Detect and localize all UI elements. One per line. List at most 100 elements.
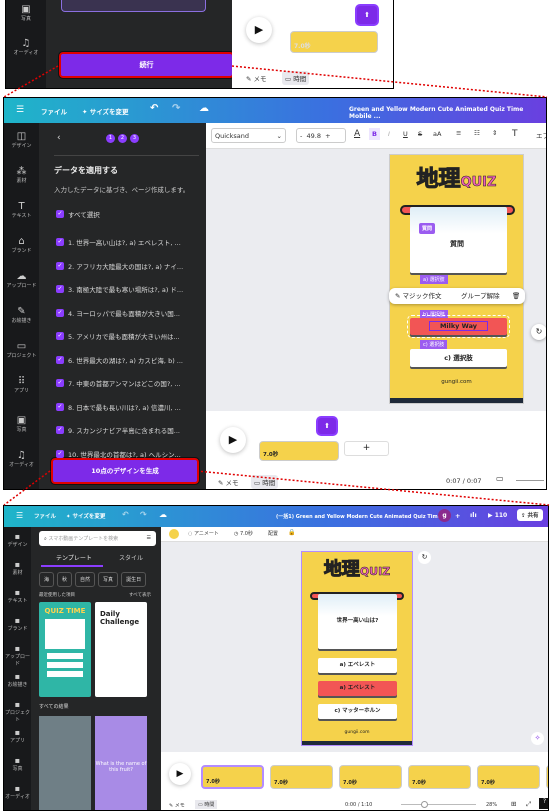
page-thumbnail[interactable]: 7.0秒 — [259, 441, 339, 461]
add-collaborator-button[interactable]: + — [455, 512, 460, 520]
analytics-icon[interactable]: ılı — [470, 511, 477, 519]
selected-option[interactable]: Milky Way — [407, 315, 510, 338]
data-row-checkbox[interactable]: ✓ 5. アメリカで最も面積が大きい州は... — [56, 331, 180, 341]
file-menu[interactable]: ファイル — [41, 106, 67, 116]
display-icon[interactable]: ▭ — [496, 474, 504, 483]
see-all-link[interactable]: すべて表示 — [129, 592, 151, 598]
design-page[interactable]: 地理QUIZ 世界一高い山は? a) エベレスト a) エベレスト c) マッタ… — [301, 551, 413, 746]
zoom-slider[interactable] — [516, 480, 544, 481]
effects-button[interactable]: エフ — [536, 130, 546, 140]
sidebar-item-apps[interactable]: ⠿ アプリ — [4, 376, 39, 394]
data-row-checkbox[interactable]: ✓ 1. 世界一高い山は?, a) エベレスト, ... — [56, 237, 181, 247]
search-input[interactable]: ⌕ スマホ動画テンプレートを検索 ☰ — [39, 531, 156, 546]
data-row-checkbox[interactable]: ✓ 7. 中東の首都アンマンはどこの国?, ... — [56, 378, 181, 388]
magic-write-button[interactable]: ✎ マジック作文 — [395, 288, 442, 304]
color-swatch[interactable] — [169, 529, 179, 539]
italic-button[interactable]: I — [388, 130, 390, 138]
sidebar-item-apps[interactable]: ▪ アプリ — [4, 728, 31, 744]
tab-templates[interactable]: テンプレート — [56, 553, 92, 562]
sidebar-item-upload[interactable]: ☁ アップロード — [4, 271, 39, 289]
list-icon[interactable]: ☷ — [474, 129, 480, 137]
animate-button[interactable]: ◌ アニメート — [188, 530, 219, 537]
data-row-checkbox[interactable]: ✓ 9. スカンジナビア半島に含まれる国... — [56, 425, 180, 435]
data-row-checkbox[interactable]: ✓ 10. 世界最北の首都は?, a) ヘルシン... — [56, 449, 181, 459]
sidebar-item-brand[interactable]: ▪ ブランド — [4, 616, 31, 632]
time-button[interactable]: ▭ 時間 — [251, 475, 279, 489]
page-thumbnail[interactable]: 7.0秒 — [477, 765, 540, 789]
font-select[interactable]: Quicksand ⌄ — [211, 128, 286, 143]
help-icon[interactable]: ? — [539, 798, 548, 809]
sidebar-item-photo[interactable]: ▣ 写真 — [4, 415, 39, 433]
sidebar-item-design[interactable]: ◫ デザイン — [4, 131, 39, 149]
filter-chip[interactable]: 自然 — [75, 572, 96, 587]
menu-icon[interactable]: ☰ — [16, 105, 24, 115]
option-a[interactable]: a) エベレスト — [318, 658, 397, 673]
refresh-icon[interactable]: ↻ — [418, 551, 431, 564]
data-row-checkbox[interactable]: ✓ 8. 日本で最も長い川は?, a) 信濃川, ... — [56, 402, 181, 412]
data-row-checkbox[interactable]: ✓ 2. アフリカ大陸最大の国は?, a) ナイ... — [56, 261, 183, 271]
memo-button[interactable]: ✎ メモ — [218, 477, 239, 487]
generate-designs-button[interactable]: 10点のデザインを生成 — [50, 457, 200, 485]
text-color-button[interactable]: A — [354, 129, 360, 139]
font-size-stepper[interactable]: - 49.8 + — [296, 128, 346, 143]
template-daily-challenge[interactable]: Daily Challenge — [95, 602, 147, 697]
align-icon[interactable]: ≡ — [456, 129, 461, 137]
time-button[interactable]: ▭ 時間 — [282, 71, 310, 85]
filter-chip[interactable]: 誕生日 — [121, 572, 147, 587]
document-title[interactable]: Green and Yellow Modern Cute Animated Qu… — [349, 106, 546, 120]
fullscreen-icon[interactable]: ⤢ — [526, 800, 531, 809]
sidebar-item-elements[interactable]: ▪ 素材 — [4, 560, 31, 576]
data-row-checkbox[interactable]: ✓ 3. 南極大陸で最も寒い場所は?, a) ド... — [56, 284, 183, 294]
page-thumbnail[interactable]: 7.0秒 — [270, 765, 333, 789]
resize-button[interactable]: ✦ サイズを変更 — [66, 512, 105, 520]
sidebar-item-upload[interactable]: ▪ アップロード — [4, 644, 31, 667]
option-c[interactable]: c) 選択肢 — [410, 349, 507, 367]
document-title[interactable]: (一括1) Green and Yellow Modern Cute Anima… — [276, 513, 449, 520]
memo-button[interactable]: ✎ メモ — [169, 802, 185, 809]
undo-icon[interactable]: ↶ — [150, 103, 158, 114]
time-button[interactable]: ▭ 時間 — [195, 800, 218, 809]
sidebar-item-draw[interactable]: ✎ お絵描き — [4, 306, 39, 324]
page-thumbnail[interactable]: 7.0秒 — [201, 765, 264, 789]
sidebar-item-draw[interactable]: ▪ お絵描き — [4, 672, 31, 688]
option-b[interactable]: a) エベレスト — [318, 681, 397, 696]
sidebar-item-brand[interactable]: ⌂ ブランド — [4, 236, 39, 254]
data-row-checkbox[interactable]: ✓ 6. 世界最大の湖は?, a) カスピ海, b) ... — [56, 355, 183, 365]
tab-styles[interactable]: スタイル — [119, 553, 143, 562]
grid-view-icon[interactable]: ⊞ — [511, 800, 516, 808]
page-thumbnail[interactable]: 7.0秒 — [290, 31, 378, 53]
present-button[interactable]: ▶ 110 — [488, 512, 507, 519]
data-input[interactable] — [61, 0, 206, 12]
play-button[interactable]: ▶ — [220, 427, 246, 453]
sidebar-item-text[interactable]: ▪ テキスト — [4, 588, 31, 604]
sidebar-item-audio[interactable]: ♫ オーディオ — [4, 450, 39, 468]
redo-icon[interactable]: ↷ — [140, 510, 147, 519]
design-page[interactable]: 地理QUIZ 質問 質問 a) 選択肢 b) 選択肢 Milky Way c) … — [389, 154, 524, 404]
refresh-icon[interactable]: ↻ — [531, 324, 546, 340]
add-page-button[interactable]: + — [344, 441, 389, 456]
play-button[interactable]: ▶ — [246, 17, 272, 43]
sidebar-item-folder[interactable]: ▪ プロジェクト — [4, 700, 31, 723]
zoom-slider[interactable] — [401, 801, 476, 808]
play-button[interactable]: ▶ — [169, 763, 191, 785]
trash-icon[interactable]: 🗑 — [512, 288, 520, 304]
template-fruit[interactable]: What is the name of this fruit? — [95, 716, 147, 810]
page-thumbnail[interactable]: 7.0秒 — [546, 765, 548, 789]
sidebar-item-text[interactable]: T テキスト — [4, 201, 39, 219]
share-button[interactable]: ⇪ 共有 — [517, 509, 543, 521]
upload-clip[interactable]: ⬆ — [316, 416, 338, 436]
select-all-checkbox[interactable]: ✓ すべて選択 — [56, 209, 100, 219]
redo-icon[interactable]: ↷ — [172, 103, 180, 114]
lock-icon[interactable]: 🔒 — [288, 529, 295, 536]
sidebar-item-projects[interactable]: ▭ プロジェクト — [4, 341, 39, 359]
undo-icon[interactable]: ↶ — [122, 510, 129, 519]
strikethrough-button[interactable]: S — [418, 130, 422, 138]
memo-button[interactable]: ✎ メモ — [246, 73, 267, 83]
sidebar-item-photo[interactable]: ▣ 写真 — [6, 4, 46, 22]
back-icon[interactable]: ‹ — [57, 133, 61, 143]
data-row-checkbox[interactable]: ✓ 4. ヨーロッパで最も面積が大きい国... — [56, 308, 180, 318]
position-button[interactable]: 配置 — [268, 530, 278, 537]
template-quiz-time[interactable]: QUIZ TIME — [39, 602, 91, 697]
ungroup-button[interactable]: グループ解除 — [461, 288, 500, 304]
filter-chip[interactable]: 秋 — [57, 572, 73, 587]
